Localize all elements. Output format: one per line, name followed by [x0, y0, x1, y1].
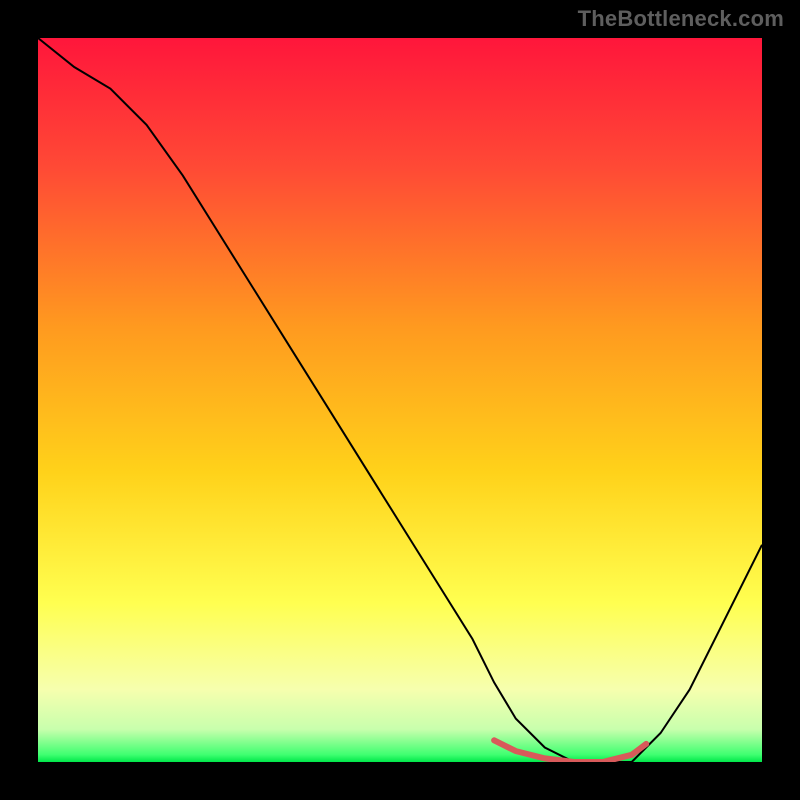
plot-area — [38, 38, 762, 762]
watermark-text: TheBottleneck.com — [578, 6, 784, 32]
gradient-background — [38, 38, 762, 762]
chart-container: TheBottleneck.com — [0, 0, 800, 800]
chart-svg — [38, 38, 762, 762]
